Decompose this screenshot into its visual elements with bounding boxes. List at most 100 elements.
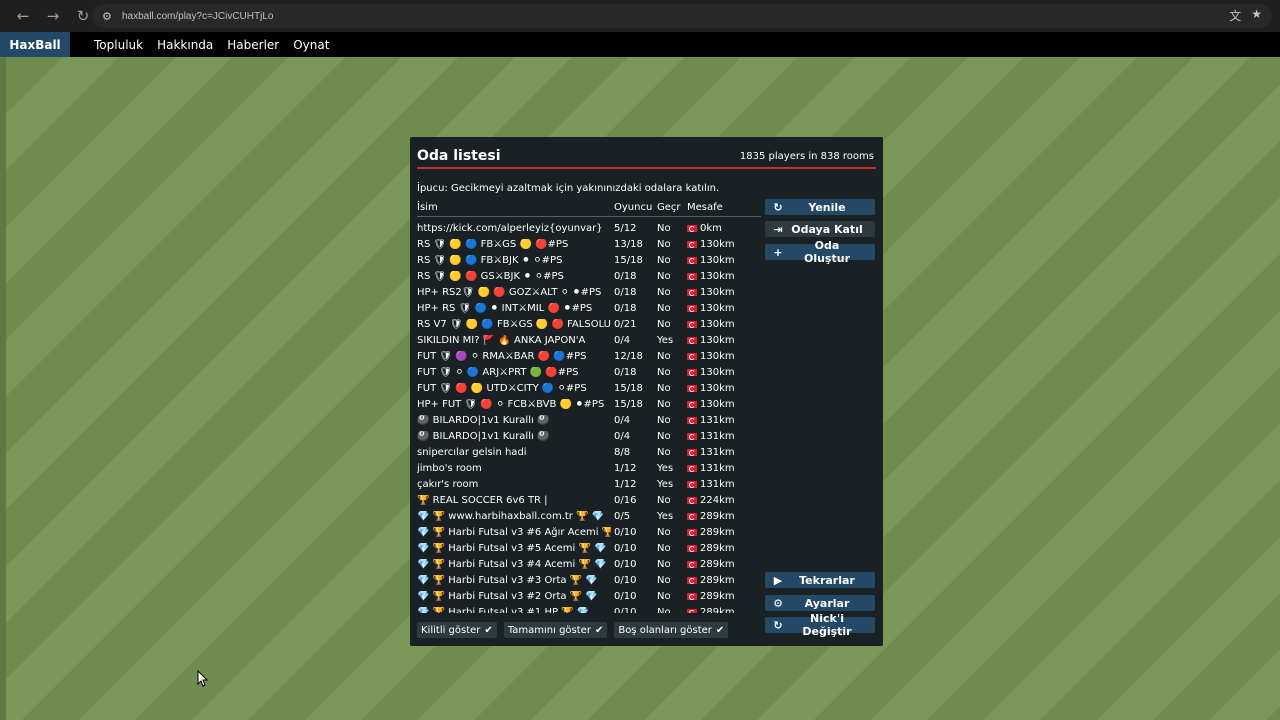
room-row[interactable]: çakır's room 1/12 Yes 131km <box>417 477 761 493</box>
room-players: 15/18 <box>614 399 643 410</box>
room-name: RS V7 🛡 🟡 🔵 FB⚔GS 🟡 🔴 FALSOLU <box>417 319 611 330</box>
room-distance: 130km <box>687 319 735 330</box>
room-row[interactable]: 🎱 BILARDO|1v1 Kurallı 🎱 0/4 No 131km <box>417 429 761 445</box>
room-row[interactable]: HP+ FUT 🛡 🔴 ⚪ FCB⚔BVB 🟡 ⚫#PS 15/18 No 130km <box>417 397 761 413</box>
room-players: 0/10 <box>614 607 637 613</box>
gear-icon: ⚙ <box>773 596 783 610</box>
room-row[interactable]: snipercılar gelsin hadi 8/8 No 131km <box>417 445 761 461</box>
room-row[interactable]: RS V7 🛡 🟡 🔵 FB⚔GS 🟡 🔴 FALSOLU 0/21 No 130km <box>417 317 761 333</box>
room-distance: 289km <box>687 543 735 554</box>
join-room-button[interactable]: ⇥ Odaya Katıl <box>765 221 875 237</box>
room-distance: 131km <box>687 431 735 442</box>
room-name: 💎 🏆 Harbi Futsal v3 #6 Ağır Acemi 🏆 <box>417 527 611 538</box>
room-password: No <box>657 319 671 330</box>
room-distance: 130km <box>687 271 735 282</box>
site-header: HaxBall Topluluk Hakkında Haberler Oynat <box>0 32 1280 57</box>
room-players: 0/10 <box>614 527 637 538</box>
turkey-flag-icon <box>687 225 697 232</box>
turkey-flag-icon <box>687 321 697 328</box>
nav-community[interactable]: Topluluk <box>94 38 143 52</box>
translate-icon[interactable]: 文 <box>1229 7 1241 24</box>
room-name: 💎 🏆 www.harbihaxball.com.tr 🏆 💎 <box>417 511 605 522</box>
turkey-flag-icon <box>687 545 697 552</box>
replays-button[interactable]: ▶ Tekrarlar <box>765 572 875 588</box>
room-distance: 0km <box>687 223 722 234</box>
room-row[interactable]: 💎 🏆 Harbi Futsal v3 #3 Orta 🏆 💎 0/10 No 289… <box>417 573 761 589</box>
room-row[interactable]: FUT 🛡 ⚪ 🔵 ARJ⚔PRT 🟢 🔴#PS 0/18 No 130km <box>417 365 761 381</box>
room-name: 🎱 BILARDO|1v1 Kurallı 🎱 <box>417 431 550 442</box>
nav-about[interactable]: Hakkında <box>157 38 213 52</box>
room-row[interactable]: HP+ RS 🛡 🔵 ⚫ INT⚔MIL 🔴 ⚫#PS 0/18 No 130km <box>417 301 761 317</box>
room-row[interactable]: HP+ RS2🛡 🟡 🔴 GÖZ⚔ALT ⚪ ⚫#PS 0/18 No 130km <box>417 285 761 301</box>
room-name: 💎 🏆 Harbi Futsal v3 #3 Orta 🏆 💎 <box>417 575 598 586</box>
room-row[interactable]: RS 🛡 🟡 🔵 FB⚔GS 🟡 🔴#PS 13/18 No 130km <box>417 237 761 253</box>
settings-button[interactable]: ⚙ Ayarlar <box>765 595 875 611</box>
room-name: 💎 🏆 Harbi Futsal v3 #2 Orta 🏆 💎 <box>417 591 598 602</box>
room-name: jimbo's room <box>417 463 482 474</box>
show-empty-toggle[interactable]: Boş olanları göster ✔ <box>614 622 729 638</box>
brand-logo[interactable]: HaxBall <box>0 32 70 57</box>
turkey-flag-icon <box>687 433 697 440</box>
room-row[interactable]: FUT 🛡 🔴 🟡 UTD⚔CITY 🔵 ⚪#PS 15/18 No 130km <box>417 381 761 397</box>
turkey-flag-icon <box>687 369 697 376</box>
room-distance: 289km <box>687 559 735 570</box>
column-password[interactable]: Geçr <box>657 202 681 213</box>
room-row[interactable]: https://kick.com/alperleyiz{oyunvar} 5/12… <box>417 221 761 237</box>
room-row[interactable]: SIKILDIN MI? 🚩 🔥 ANKA JAPON'A 0/4 Yes 130km <box>417 333 761 349</box>
room-players: 0/5 <box>614 511 631 522</box>
room-row[interactable]: FUT 🛡 🟣 ⚪ RMA⚔BAR 🔴 🔵#PS 12/18 No 130km <box>417 349 761 365</box>
room-password: Yes <box>657 335 674 346</box>
change-nick-button[interactable]: ↻ Nick'i Değiştir <box>765 612 875 638</box>
room-name: RS 🛡 🟡 🔴 GS⚔BJK ⚫ ⚪#PS <box>417 271 564 282</box>
address-bar[interactable]: ⚙ haxball.com/play?c=JCivCUHTjLo 文 ★ <box>92 4 1272 28</box>
room-row[interactable]: 💎 🏆 Harbi Futsal v3 #1 HP 🏆 💎 0/10 No 289km <box>417 605 761 613</box>
room-password: No <box>657 383 671 394</box>
forward-icon[interactable]: → <box>40 3 66 29</box>
room-players: 15/18 <box>614 255 643 266</box>
room-password: No <box>657 223 671 234</box>
dialog-title: Oda listesi <box>417 148 501 164</box>
room-row[interactable]: 🏆 REAL SOCCER 6v6 TR | 0/16 No 224km <box>417 493 761 509</box>
show-full-toggle[interactable]: Tamamını göster ✔ <box>503 622 608 638</box>
column-players[interactable]: Oyuncu <box>614 202 652 213</box>
room-distance: 131km <box>687 463 735 474</box>
plus-icon: + <box>773 245 783 259</box>
site-settings-icon[interactable]: ⚙ <box>102 10 118 23</box>
room-password: No <box>657 399 671 410</box>
room-password: Yes <box>657 479 674 490</box>
room-distance: 130km <box>687 351 735 362</box>
room-row[interactable]: 🎱 BILARDO|1v1 Kurallı 🎱 0/4 No 131km <box>417 413 761 429</box>
room-distance: 130km <box>687 335 735 346</box>
url-text[interactable]: haxball.com/play?c=JCivCUHTjLo <box>122 11 273 22</box>
browser-toolbar: ← → ↻ ⚙ haxball.com/play?c=JCivCUHTjLo 文… <box>0 0 1280 32</box>
nav-news[interactable]: Haberler <box>227 38 279 52</box>
room-row[interactable]: 💎 🏆 Harbi Futsal v3 #2 Orta 🏆 💎 0/10 No 289… <box>417 589 761 605</box>
nav-play[interactable]: Oynat <box>293 38 329 52</box>
room-row[interactable]: 💎 🏆 Harbi Futsal v3 #4 Acemi 🏆 💎 0/10 No 28… <box>417 557 761 573</box>
room-list-header: İsim Oyuncu Geçr Mesafe <box>417 202 761 217</box>
create-room-button[interactable]: + Oda Oluştur <box>765 239 875 265</box>
back-icon[interactable]: ← <box>10 3 36 29</box>
column-distance[interactable]: Mesafe <box>687 202 723 213</box>
room-players: 12/18 <box>614 351 643 362</box>
turkey-flag-icon <box>687 385 697 392</box>
room-row[interactable]: 💎 🏆 Harbi Futsal v3 #5 Acemi 🏆 💎 0/10 No 28… <box>417 541 761 557</box>
room-row[interactable]: 💎 🏆 www.harbihaxball.com.tr 🏆 💎 0/5 Yes 289… <box>417 509 761 525</box>
column-name[interactable]: İsim <box>417 202 438 213</box>
refresh-button[interactable]: ↻ Yenile <box>765 199 875 215</box>
turkey-flag-icon <box>687 305 697 312</box>
bookmark-star-icon[interactable]: ★ <box>1251 7 1262 24</box>
room-row[interactable]: RS 🛡 🟡 🔵 FB⚔BJK ⚫ ⚪#PS 15/18 No 130km <box>417 253 761 269</box>
room-row[interactable]: RS 🛡 🟡 🔴 GS⚔BJK ⚫ ⚪#PS 0/18 No 130km <box>417 269 761 285</box>
room-row[interactable]: jimbo's room 1/12 Yes 131km <box>417 461 761 477</box>
room-password: No <box>657 559 671 570</box>
room-list[interactable]: https://kick.com/alperleyiz{oyunvar} 5/12… <box>417 221 761 613</box>
turkey-flag-icon <box>687 577 697 584</box>
room-password: No <box>657 303 671 314</box>
turkey-flag-icon <box>687 273 697 280</box>
room-password: No <box>657 367 671 378</box>
turkey-flag-icon <box>687 465 697 472</box>
room-name: FUT 🛡 🔴 🟡 UTD⚔CITY 🔵 ⚪#PS <box>417 383 587 394</box>
room-row[interactable]: 💎 🏆 Harbi Futsal v3 #6 Ağır Acemi 🏆 0/10 N… <box>417 525 761 541</box>
show-locked-toggle[interactable]: Kilitli göster ✔ <box>417 622 497 638</box>
